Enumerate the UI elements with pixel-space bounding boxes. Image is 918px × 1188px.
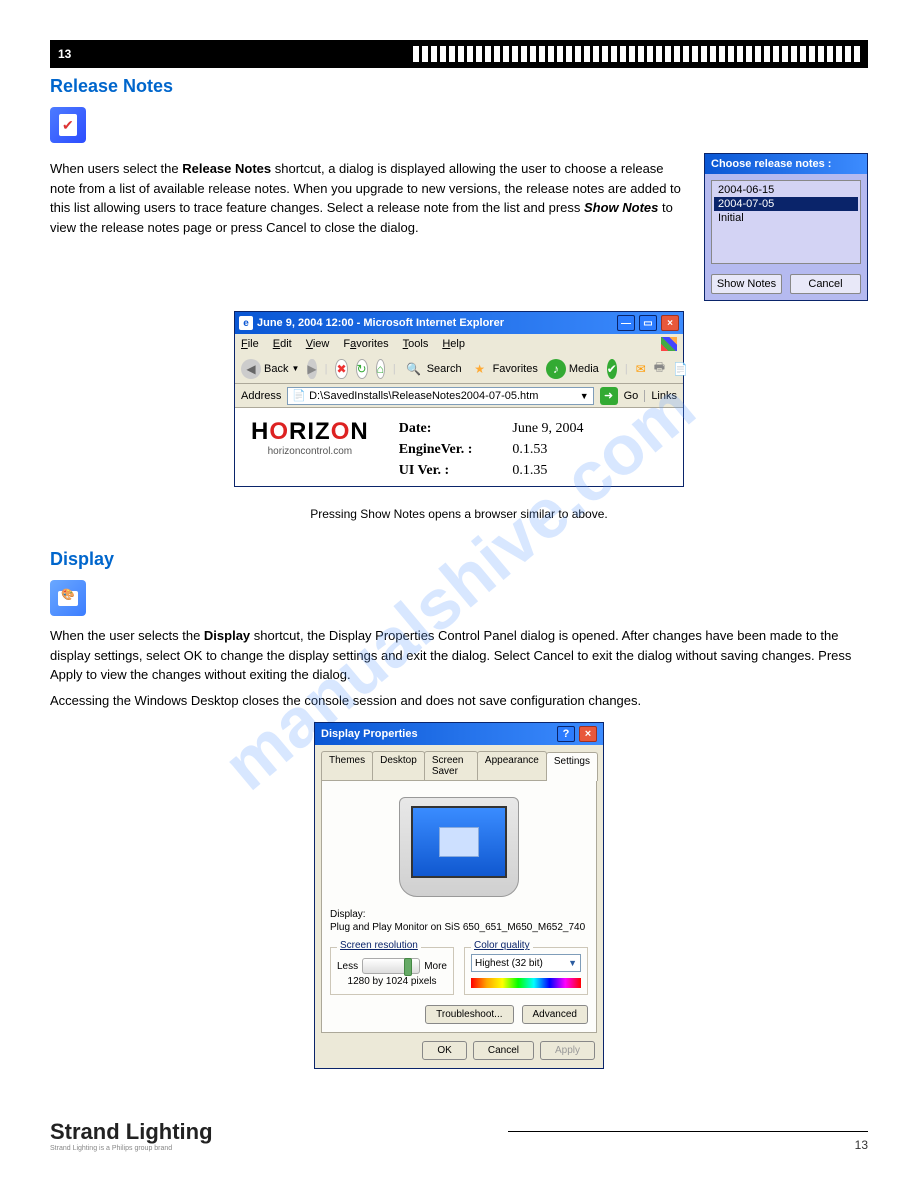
- print-button[interactable]: 🖶: [654, 359, 665, 379]
- home-button[interactable]: ⌂: [376, 359, 385, 379]
- header-bar: 13: [50, 40, 868, 68]
- page-num-top: 13: [58, 47, 71, 61]
- ok-button[interactable]: OK: [422, 1041, 466, 1060]
- display-label: Display:: [330, 909, 588, 920]
- display-properties-window: Display Properties ? × Themes Desktop Sc…: [314, 722, 604, 1069]
- display-body-1: When the user selects the Display shortc…: [50, 626, 868, 685]
- menu-edit[interactable]: Edit: [273, 338, 292, 350]
- group-res-label: Screen resolution: [337, 940, 421, 951]
- footer: Strand Lighting Strand Lighting is a Phi…: [50, 1119, 868, 1152]
- dp-tabs: Themes Desktop Screen Saver Appearance S…: [321, 751, 597, 781]
- more-label: More: [424, 961, 447, 972]
- forward-button[interactable]: ▶: [307, 359, 316, 379]
- label-engine: EngineVer. :: [399, 439, 473, 460]
- release-notes-body: When users select the Release Notes shor…: [50, 159, 692, 237]
- mail-button[interactable]: ✉: [636, 359, 646, 379]
- show-notes-button[interactable]: Show Notes: [711, 274, 782, 294]
- go-button[interactable]: ➜: [600, 387, 618, 405]
- dp-title: Display Properties: [321, 728, 418, 740]
- address-input[interactable]: 📄 D:\SavedInstalls\ReleaseNotes2004-07-0…: [287, 387, 593, 405]
- resolution-text: 1280 by 1024 pixels: [337, 976, 447, 987]
- tab-desktop[interactable]: Desktop: [372, 751, 425, 780]
- troubleshoot-button[interactable]: Troubleshoot...: [425, 1005, 513, 1024]
- links-label[interactable]: Links: [644, 390, 677, 402]
- edit-button[interactable]: 📄: [673, 359, 688, 379]
- dp-cancel-button[interactable]: Cancel: [473, 1041, 534, 1060]
- ie-toolbar: ◀Back▼ ▶ | ✖ ↻ ⌂ | 🔍Search ★Favorites ♪M…: [235, 354, 683, 384]
- color-bar: [471, 978, 581, 988]
- maximize-button[interactable]: ▭: [639, 315, 657, 331]
- favorites-button[interactable]: ★Favorites: [470, 359, 538, 379]
- minimize-button[interactable]: —: [617, 315, 635, 331]
- ie-titlebar: e June 9, 2004 12:00 - Microsoft Interne…: [235, 312, 683, 334]
- release-item-0[interactable]: 2004-06-15: [714, 183, 858, 197]
- display-desc: Plug and Play Monitor on SiS 650_651_M65…: [330, 922, 588, 933]
- label-date: Date:: [399, 418, 473, 439]
- go-label: Go: [624, 390, 639, 402]
- group-cq-label: Color quality: [471, 940, 533, 951]
- release-notes-dialog: Choose release notes : 2004-06-15 2004-0…: [704, 153, 868, 301]
- advanced-button[interactable]: Advanced: [522, 1005, 588, 1024]
- release-dialog-title: Choose release notes :: [705, 154, 867, 174]
- ie-content: HORIZON horizoncontrol.com Date: EngineV…: [235, 408, 683, 486]
- release-item-2[interactable]: Initial: [714, 211, 858, 225]
- release-item-1[interactable]: 2004-07-05: [714, 197, 858, 211]
- release-list[interactable]: 2004-06-15 2004-07-05 Initial: [711, 180, 861, 264]
- value-ui: 0.1.35: [512, 460, 583, 481]
- stop-button[interactable]: ✖: [335, 359, 347, 379]
- apply-button[interactable]: Apply: [540, 1041, 595, 1060]
- dp-titlebar: Display Properties ? ×: [315, 723, 603, 745]
- horizon-logo: HORIZON horizoncontrol.com: [251, 418, 369, 457]
- tab-appearance[interactable]: Appearance: [477, 751, 547, 780]
- menu-tools[interactable]: Tools: [403, 338, 429, 350]
- chevron-down-icon: ▼: [568, 958, 577, 968]
- tab-screensaver[interactable]: Screen Saver: [424, 751, 478, 780]
- center-note: Pressing Show Notes opens a browser simi…: [50, 507, 868, 521]
- display-icon: [50, 580, 86, 616]
- windows-flag-icon: [661, 337, 677, 351]
- group-resolution: Screen resolution Less More 1280 by 1024…: [330, 947, 454, 995]
- value-date: June 9, 2004: [512, 418, 583, 439]
- footer-brand: Strand Lighting Strand Lighting is a Phi…: [50, 1119, 213, 1152]
- group-color-quality: Color quality Highest (32 bit)▼: [464, 947, 588, 995]
- help-button[interactable]: ?: [557, 726, 575, 742]
- ie-app-icon: e: [239, 316, 253, 330]
- menu-favorites[interactable]: Favorites: [343, 338, 388, 350]
- media-button[interactable]: ♪Media: [546, 359, 599, 379]
- close-button[interactable]: ×: [661, 315, 679, 331]
- value-engine: 0.1.53: [512, 439, 583, 460]
- back-button[interactable]: ◀Back▼: [241, 359, 299, 379]
- refresh-button[interactable]: ↻: [356, 359, 368, 379]
- search-button[interactable]: 🔍Search: [404, 359, 462, 379]
- tab-themes[interactable]: Themes: [321, 751, 373, 780]
- color-quality-select[interactable]: Highest (32 bit)▼: [471, 954, 581, 972]
- cancel-button[interactable]: Cancel: [790, 274, 861, 294]
- tab-settings[interactable]: Settings: [546, 752, 598, 781]
- address-label: Address: [241, 390, 281, 402]
- history-button[interactable]: ✔: [607, 359, 617, 379]
- ie-title-text: June 9, 2004 12:00 - Microsoft Internet …: [257, 317, 504, 329]
- footer-page-num: 13: [508, 1138, 868, 1152]
- display-body-2: Accessing the Windows Desktop closes the…: [50, 691, 868, 711]
- less-label: Less: [337, 961, 358, 972]
- resolution-slider[interactable]: [362, 958, 420, 974]
- monitor-preview: [330, 789, 588, 905]
- ie-menubar: File Edit View Favorites Tools Help: [235, 334, 683, 354]
- menu-file[interactable]: File: [241, 338, 259, 350]
- menu-view[interactable]: View: [306, 338, 330, 350]
- menu-help[interactable]: Help: [442, 338, 465, 350]
- dp-close-button[interactable]: ×: [579, 726, 597, 742]
- ie-addressbar: Address 📄 D:\SavedInstalls\ReleaseNotes2…: [235, 384, 683, 408]
- ie-window: e June 9, 2004 12:00 - Microsoft Interne…: [234, 311, 684, 487]
- label-ui: UI Ver. :: [399, 460, 473, 481]
- section-title-release-notes: Release Notes: [50, 76, 868, 97]
- section-title-display: Display: [50, 549, 868, 570]
- release-notes-icon: [50, 107, 86, 143]
